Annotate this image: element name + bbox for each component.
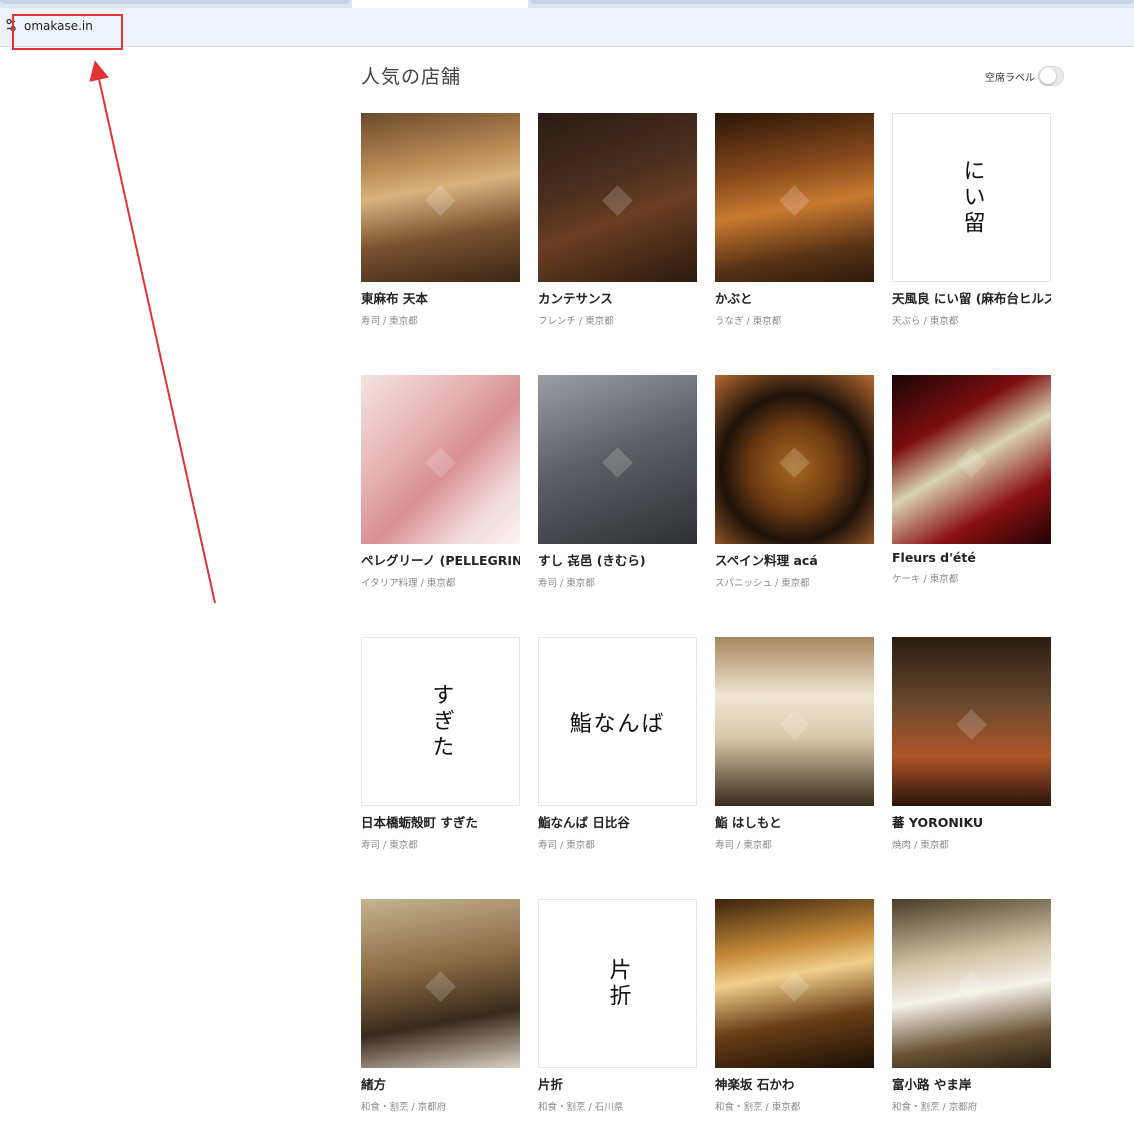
- photo-icon: ◆: [779, 698, 810, 745]
- restaurant-category: 寿司 / 東京都: [715, 840, 772, 851]
- restaurant-name[interactable]: スペイン料理 acá: [715, 550, 874, 569]
- restaurant-grid: ◆ 東麻布 天本寿司 / 東京都 ◆ カンテサンスフレンチ / 東京都 ◆ かぶとうなぎ …: [361, 113, 1051, 1113]
- page-title: 人気の店舗: [361, 66, 462, 88]
- restaurant-category: イタリア料理 / 東京都: [361, 578, 456, 589]
- restaurant-card[interactable]: ◆ 神楽坂 石かわ和食・割烹 / 東京都: [715, 899, 874, 1113]
- restaurant-logo-image[interactable]: 片折: [538, 899, 697, 1068]
- restaurant-name[interactable]: カンテサンス: [538, 288, 697, 307]
- restaurant-category: ケーキ / 東京都: [892, 574, 959, 585]
- photo-icon: ◆: [956, 960, 987, 1007]
- tab-strip: [0, 0, 1134, 8]
- toggle-label: 空席ラベル: [985, 72, 1035, 84]
- restaurant-card[interactable]: ◆ 蕃 YORONIKU 焼肉 / 東京都: [892, 637, 1051, 851]
- photo-icon: ◆: [779, 960, 810, 1007]
- restaurant-category: 寿司 / 東京都: [538, 840, 595, 851]
- photo-icon: ◆: [425, 960, 456, 1007]
- photo-icon: ◆: [602, 174, 633, 221]
- restaurant-logo-image[interactable]: にい留: [892, 113, 1051, 282]
- restaurant-card[interactable]: ◆ ペレグリーノ (PELLEGRINO) イタリア料理 / 東京都: [361, 375, 520, 589]
- toggle-knob: [1040, 68, 1056, 84]
- restaurant-category: スパニッシュ / 東京都: [715, 578, 810, 589]
- restaurant-card[interactable]: 鮨なんば鮨なんば 日比谷寿司 / 東京都: [538, 637, 697, 851]
- photo-icon: ◆: [779, 174, 810, 221]
- restaurant-card[interactable]: ◆ すし 㐂邑 (きむら) 寿司 / 東京都: [538, 375, 697, 589]
- restaurant-category: フレンチ / 東京都: [538, 316, 614, 327]
- address-bar[interactable]: omakase.in: [0, 8, 1134, 50]
- restaurant-name[interactable]: 鮨なんば 日比谷: [538, 812, 697, 831]
- restaurant-photo[interactable]: ◆: [715, 113, 874, 282]
- restaurant-category: 天ぷら / 東京都: [892, 316, 959, 327]
- restaurant-name[interactable]: 緒方: [361, 1074, 520, 1093]
- restaurant-card[interactable]: 片折 片折 和食・割烹 / 石川県: [538, 899, 697, 1113]
- restaurant-name[interactable]: かぶと: [715, 288, 874, 307]
- restaurant-name[interactable]: 蕃 YORONIKU: [892, 812, 1051, 831]
- restaurant-card[interactable]: ◆ カンテサンスフレンチ / 東京都: [538, 113, 697, 327]
- photo-icon: ◆: [602, 436, 633, 483]
- vacancy-label-toggle[interactable]: 空席ラベル: [985, 66, 1064, 86]
- photo-icon: ◆: [779, 436, 810, 483]
- restaurant-card[interactable]: ◆ 緒方和食・割烹 / 京都府: [361, 899, 520, 1113]
- restaurant-category: うなぎ / 東京都: [715, 316, 782, 327]
- restaurant-card[interactable]: ◆ 東麻布 天本寿司 / 東京都: [361, 113, 520, 327]
- restaurant-name[interactable]: すし 㐂邑 (きむら): [538, 550, 697, 569]
- restaurant-name[interactable]: 東麻布 天本: [361, 288, 520, 307]
- restaurant-photo[interactable]: ◆: [361, 899, 520, 1068]
- restaurant-name[interactable]: 富小路 やま岸: [892, 1074, 1051, 1093]
- logo-lettering: 鮨なんば: [569, 711, 666, 737]
- logo-lettering: 片折: [605, 957, 631, 1010]
- restaurant-card[interactable]: ◆ 富小路 やま岸和食・割烹 / 京都府: [892, 899, 1051, 1113]
- restaurant-photo[interactable]: ◆: [538, 375, 697, 544]
- restaurant-name[interactable]: 鮨 はしもと: [715, 812, 874, 831]
- restaurant-photo[interactable]: ◆: [715, 899, 874, 1068]
- restaurant-category: 寿司 / 東京都: [361, 316, 418, 327]
- restaurant-photo[interactable]: ◆: [715, 375, 874, 544]
- restaurant-category: 寿司 / 東京都: [361, 840, 418, 851]
- restaurant-card[interactable]: ◆ Fleurs d'été ケーキ / 東京都: [892, 375, 1051, 585]
- restaurant-photo[interactable]: ◆: [361, 113, 520, 282]
- restaurant-photo[interactable]: ◆: [892, 637, 1051, 806]
- restaurant-name[interactable]: 神楽坂 石かわ: [715, 1074, 874, 1093]
- restaurant-card[interactable]: にい留天風良 にい留 (麻布台ヒルズ) 天ぷら / 東京都: [892, 113, 1051, 327]
- restaurant-logo-image[interactable]: すぎた: [361, 637, 520, 806]
- restaurant-category: 和食・割烹 / 東京都: [715, 1102, 801, 1113]
- restaurant-card[interactable]: ◆ 鮨 はしもと寿司 / 東京都: [715, 637, 874, 851]
- browser-tab[interactable]: [530, 0, 1134, 4]
- restaurant-card[interactable]: ◆ スペイン料理 acá スパニッシュ / 東京都: [715, 375, 874, 589]
- restaurant-name[interactable]: ペレグリーノ (PELLEGRINO): [361, 550, 520, 569]
- restaurant-category: 寿司 / 東京都: [538, 578, 595, 589]
- restaurant-logo-image[interactable]: 鮨なんば: [538, 637, 697, 806]
- restaurant-photo[interactable]: ◆: [538, 113, 697, 282]
- restaurant-card[interactable]: ◆ かぶとうなぎ / 東京都: [715, 113, 874, 327]
- restaurant-category: 焼肉 / 東京都: [892, 840, 949, 851]
- restaurant-name[interactable]: 日本橋蛎殻町 すぎた: [361, 812, 520, 831]
- logo-lettering: にい留: [959, 158, 985, 237]
- photo-icon: ◆: [956, 436, 987, 483]
- restaurant-photo[interactable]: ◆: [715, 637, 874, 806]
- restaurant-name[interactable]: 天風良 にい留 (麻布台ヒルズ): [892, 288, 1051, 307]
- logo-lettering: すぎた: [428, 682, 454, 761]
- active-browser-tab[interactable]: [352, 0, 528, 8]
- browser-tab[interactable]: [0, 0, 350, 4]
- restaurant-photo[interactable]: ◆: [892, 375, 1051, 544]
- restaurant-name[interactable]: Fleurs d'été: [892, 550, 1051, 565]
- photo-icon: ◆: [425, 174, 456, 221]
- restaurant-name[interactable]: 片折: [538, 1074, 697, 1093]
- restaurant-photo[interactable]: ◆: [361, 375, 520, 544]
- restaurant-category: 和食・割烹 / 京都府: [361, 1102, 447, 1113]
- photo-icon: ◆: [425, 436, 456, 483]
- toggle-switch[interactable]: [1038, 66, 1064, 86]
- restaurant-category: 和食・割烹 / 石川県: [538, 1102, 624, 1113]
- restaurant-card[interactable]: すぎた日本橋蛎殻町 すぎた寿司 / 東京都: [361, 637, 520, 851]
- restaurant-photo[interactable]: ◆: [892, 899, 1051, 1068]
- photo-icon: ◆: [956, 698, 987, 745]
- restaurant-category: 和食・割烹 / 京都府: [892, 1102, 978, 1113]
- annotation-highlight-box: [12, 14, 123, 50]
